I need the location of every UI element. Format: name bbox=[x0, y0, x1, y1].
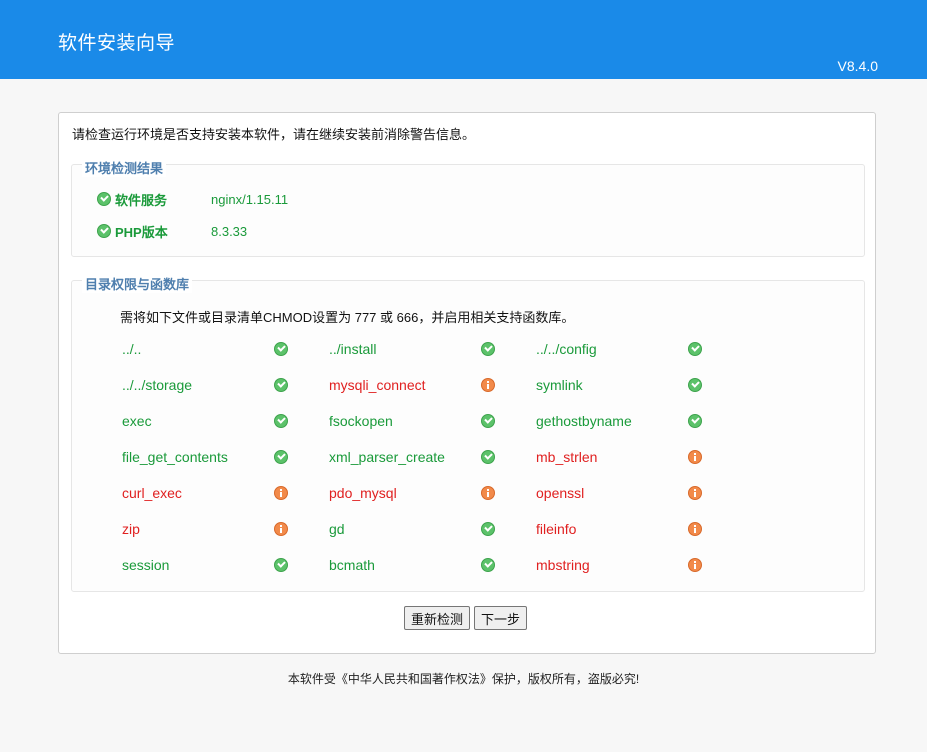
permission-item: zip bbox=[122, 520, 288, 538]
permission-item: gd bbox=[329, 520, 495, 538]
env-row-server: 软件服务 nginx/1.15.11 bbox=[97, 189, 288, 209]
check-icon bbox=[274, 414, 288, 428]
warning-icon bbox=[688, 450, 702, 464]
permission-name: file_get_contents bbox=[122, 449, 228, 465]
check-icon bbox=[97, 192, 111, 206]
permission-item: mbstring bbox=[536, 556, 702, 574]
check-icon bbox=[481, 558, 495, 572]
permission-name: xml_parser_create bbox=[329, 449, 445, 465]
check-icon bbox=[274, 378, 288, 392]
warning-icon bbox=[481, 378, 495, 392]
check-icon bbox=[97, 224, 111, 238]
version-label: V8.4.0 bbox=[837, 58, 878, 74]
check-icon bbox=[688, 414, 702, 428]
intro-text: 请检查运行环境是否支持安装本软件，请在继续安装前消除警告信息。 bbox=[72, 127, 476, 142]
permission-name: ../.. bbox=[122, 341, 142, 357]
permissions-section: 目录权限与函数库 需将如下文件或目录清单CHMOD设置为 777 或 666，并… bbox=[71, 274, 865, 592]
check-icon bbox=[688, 342, 702, 356]
check-icon bbox=[481, 342, 495, 356]
permission-name: curl_exec bbox=[122, 485, 182, 501]
main-panel: 请检查运行环境是否支持安装本软件，请在继续安装前消除警告信息。 环境检测结果 软… bbox=[58, 112, 876, 654]
env-row-php: PHP版本 8.3.33 bbox=[97, 221, 247, 241]
env-label: 软件服务 bbox=[115, 192, 168, 208]
permission-name: exec bbox=[122, 413, 152, 429]
permission-name: mysqli_connect bbox=[329, 377, 426, 393]
permission-name: ../../config bbox=[536, 341, 597, 357]
permission-name: fsockopen bbox=[329, 413, 393, 429]
permission-item: session bbox=[122, 556, 288, 574]
permission-name: ../../storage bbox=[122, 377, 193, 393]
permission-item: ../.. bbox=[122, 340, 288, 358]
permission-item: gethostbyname bbox=[536, 412, 702, 430]
check-icon bbox=[274, 558, 288, 572]
permission-name: gd bbox=[329, 521, 345, 537]
check-icon bbox=[274, 342, 288, 356]
check-icon bbox=[274, 450, 288, 464]
permission-name: session bbox=[122, 557, 170, 573]
recheck-button[interactable]: 重新检测 bbox=[404, 606, 471, 630]
copyright-footer: 本软件受《中华人民共和国著作权法》保护，版权所有，盗版必究! bbox=[287, 672, 640, 686]
check-icon bbox=[481, 450, 495, 464]
permission-item: ../install bbox=[329, 340, 495, 358]
warning-icon bbox=[274, 522, 288, 536]
permission-item: curl_exec bbox=[122, 484, 288, 502]
permission-name: bcmath bbox=[329, 557, 375, 573]
warning-icon bbox=[688, 522, 702, 536]
permissions-note: 需将如下文件或目录清单CHMOD设置为 777 或 666，并启用相关支持函数库… bbox=[120, 310, 575, 325]
permission-item: openssl bbox=[536, 484, 702, 502]
permission-name: zip bbox=[122, 521, 140, 537]
permission-item: exec bbox=[122, 412, 288, 430]
permission-item: bcmath bbox=[329, 556, 495, 574]
permission-item: fsockopen bbox=[329, 412, 495, 430]
check-icon bbox=[481, 522, 495, 536]
permission-item: ../../storage bbox=[122, 376, 288, 394]
permission-name: symlink bbox=[536, 377, 583, 393]
warning-icon bbox=[688, 558, 702, 572]
env-label: PHP版本 bbox=[115, 224, 168, 240]
check-icon bbox=[688, 378, 702, 392]
warning-icon bbox=[688, 486, 702, 500]
env-check-legend: 环境检测结果 bbox=[82, 158, 167, 177]
permission-item: xml_parser_create bbox=[329, 448, 495, 466]
app-title: 软件安装向导 bbox=[58, 33, 176, 54]
env-value: nginx/1.15.11 bbox=[211, 191, 289, 207]
permission-name: gethostbyname bbox=[536, 413, 632, 429]
next-button[interactable]: 下一步 bbox=[474, 606, 528, 630]
permission-item: mb_strlen bbox=[536, 448, 702, 466]
permission-name: fileinfo bbox=[536, 521, 577, 537]
permissions-legend: 目录权限与函数库 bbox=[82, 274, 193, 293]
permission-item: mysqli_connect bbox=[329, 376, 495, 394]
action-buttons: 重新检测 下一步 bbox=[404, 606, 528, 630]
env-value: 8.3.33 bbox=[211, 223, 248, 239]
check-icon bbox=[481, 414, 495, 428]
permission-name: mb_strlen bbox=[536, 449, 598, 465]
permission-name: mbstring bbox=[536, 557, 590, 573]
permission-name: openssl bbox=[536, 485, 585, 501]
permission-item: fileinfo bbox=[536, 520, 702, 538]
permission-item: symlink bbox=[536, 376, 702, 394]
warning-icon bbox=[481, 486, 495, 500]
warning-icon bbox=[274, 486, 288, 500]
permission-item: file_get_contents bbox=[122, 448, 288, 466]
permission-name: pdo_mysql bbox=[329, 485, 397, 501]
env-check-section: 环境检测结果 软件服务 nginx/1.15.11 PHP版本 8.3.33 bbox=[71, 158, 865, 257]
permission-item: pdo_mysql bbox=[329, 484, 495, 502]
permission-name: ../install bbox=[329, 341, 377, 357]
app-header: 软件安装向导 V8.4.0 bbox=[0, 0, 927, 79]
permission-item: ../../config bbox=[536, 340, 702, 358]
